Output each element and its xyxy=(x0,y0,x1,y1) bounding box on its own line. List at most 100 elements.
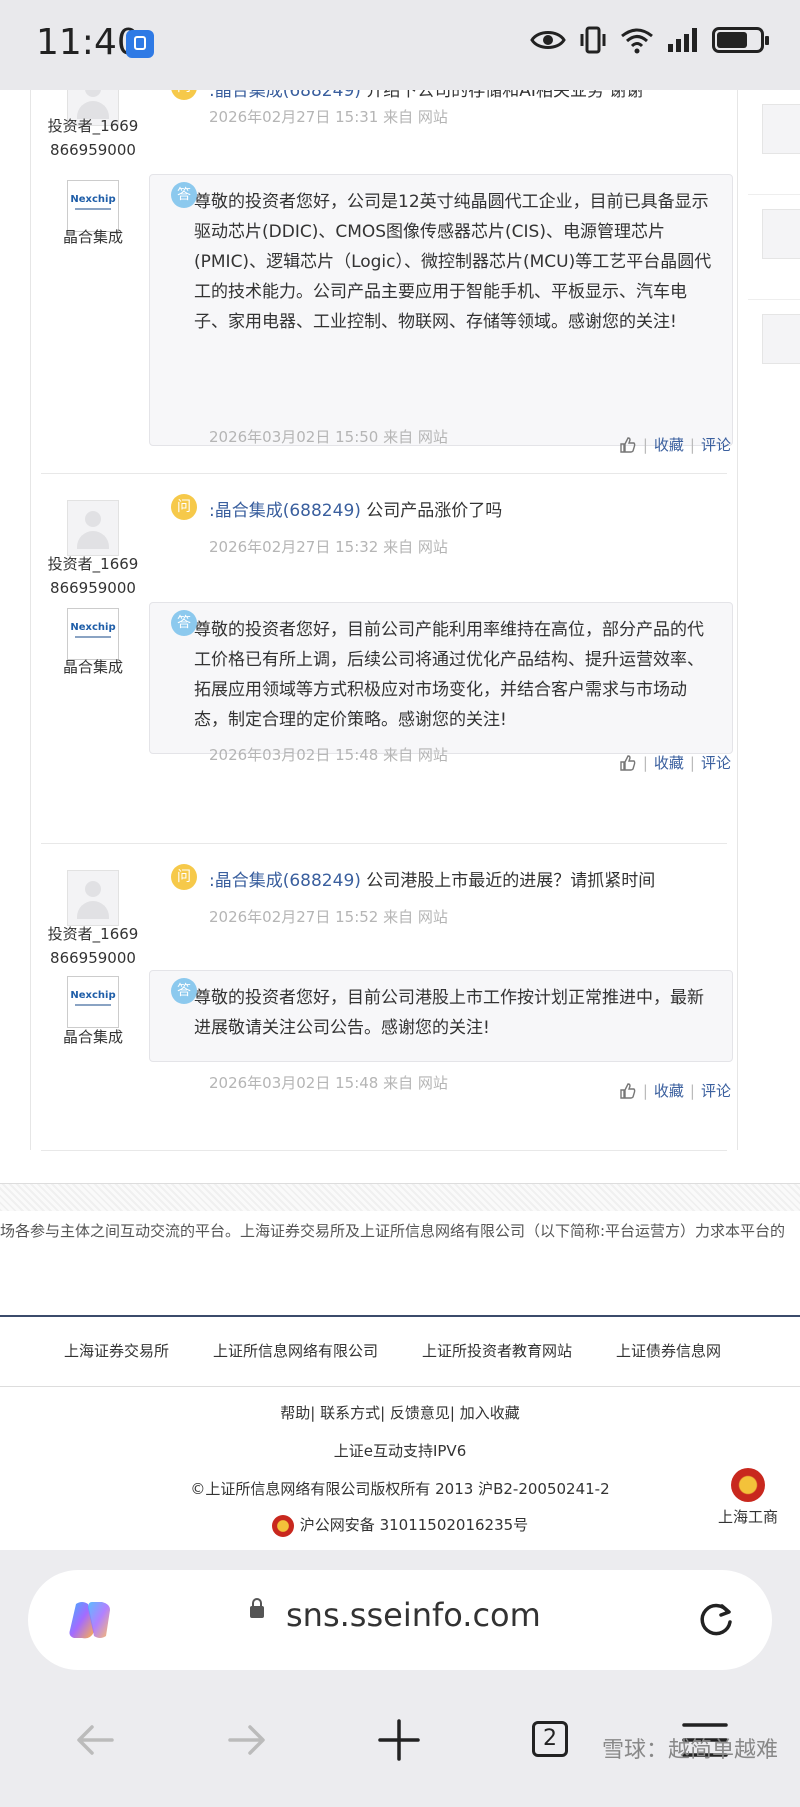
answer-box: 尊敬的投资者您好，目前公司港股上市工作按计划正常推进中，最新进展敬请关注公司公告… xyxy=(149,970,733,1062)
question-company-link[interactable]: :晶合集成(688249) xyxy=(209,871,361,891)
company-name[interactable]: 晶合集成 xyxy=(45,1026,141,1047)
company-logo[interactable]: Nexchip xyxy=(67,976,119,1028)
answer-actions: | 收藏 | 评论 xyxy=(619,434,731,455)
web-page: 投资者_1669866959000 问 :晶合集成(688249) 介绍下公司的… xyxy=(0,90,800,1550)
answer-box: 尊敬的投资者您好，公司是12英寸纯晶圆代工企业，目前已具备显示驱动芯片(DDIC… xyxy=(149,174,733,446)
footer-link-sse[interactable]: 上海证券交易所 xyxy=(64,1340,169,1361)
favorite-link[interactable]: 收藏 xyxy=(654,434,684,455)
status-icons xyxy=(530,26,769,54)
question-meta: 2026年02月27日 15:52 来自 网站 xyxy=(209,908,448,926)
comment-link[interactable]: 评论 xyxy=(701,752,731,773)
new-tab-plus-icon[interactable] xyxy=(374,1715,424,1765)
signal-icon xyxy=(668,28,697,52)
status-time: 11:40 xyxy=(36,22,140,63)
question-badge-icon: 问 xyxy=(171,494,197,520)
item-divider xyxy=(41,843,727,844)
right-sidebar xyxy=(748,90,800,490)
answer-text: 尊敬的投资者您好，目前公司产能利用率维持在高位，部分产品的代工价格已有所上调，后… xyxy=(194,620,704,730)
sidebar-avatar[interactable] xyxy=(762,104,800,154)
browser-toolbar: sns.sseinfo.com 2 雪球：越简单越难 xyxy=(0,1550,800,1807)
answer-meta: 2026年03月02日 15:50 来自 网站 xyxy=(209,428,448,446)
logo-text: Nexchip xyxy=(70,990,116,1001)
user-avatar[interactable] xyxy=(67,500,119,556)
answer-meta: 2026年03月02日 15:48 来自 网站 xyxy=(209,1074,448,1092)
user-name[interactable]: 投资者_1669866959000 xyxy=(45,922,141,970)
item-divider xyxy=(41,473,727,474)
watermark-text: 雪球：越简单越难 xyxy=(601,1738,778,1763)
url-text[interactable]: sns.sseinfo.com xyxy=(286,1596,541,1634)
copilot-icon[interactable] xyxy=(66,1598,114,1642)
footer-link-investor-edu[interactable]: 上证所投资者教育网站 xyxy=(422,1340,572,1361)
company-logo[interactable]: Nexchip xyxy=(67,180,119,232)
tab-count-button[interactable]: 2 xyxy=(532,1721,568,1757)
thumbs-up-icon[interactable] xyxy=(619,436,637,454)
comment-link[interactable]: 评论 xyxy=(701,434,731,455)
status-bar: 11:40 xyxy=(0,0,800,90)
logo-text: Nexchip xyxy=(70,194,116,205)
question-badge-icon: 问 xyxy=(171,864,197,890)
address-bar[interactable]: sns.sseinfo.com xyxy=(28,1570,772,1670)
sidebar-avatar[interactable] xyxy=(762,314,800,364)
company-name[interactable]: 晶合集成 xyxy=(45,656,141,677)
lock-icon xyxy=(250,1598,264,1618)
vibrate-icon xyxy=(580,26,606,54)
logo-text: Nexchip xyxy=(70,622,116,633)
answer-box: 尊敬的投资者您好，目前公司产能利用率维持在高位，部分产品的代工价格已有所上调，后… xyxy=(149,602,733,754)
footer-stripe xyxy=(0,1183,800,1211)
forward-arrow-icon[interactable] xyxy=(222,1715,272,1765)
footer-help-links[interactable]: 帮助| 联系方式| 反馈意见| 加入收藏 xyxy=(0,1402,800,1423)
answer-meta: 2026年03月02日 15:48 来自 网站 xyxy=(209,746,448,764)
comment-link[interactable]: 评论 xyxy=(701,1080,731,1101)
gongshang-badge[interactable]: 上海工商 xyxy=(712,1468,784,1527)
answer-badge-icon: 答 xyxy=(171,610,197,636)
answer-actions: | 收藏 | 评论 xyxy=(619,752,731,773)
user-name[interactable]: 投资者_1669866959000 xyxy=(45,552,141,600)
footer-link-bond[interactable]: 上证债券信息网 xyxy=(616,1340,721,1361)
reload-icon[interactable] xyxy=(696,1600,736,1640)
answer-actions: | 收藏 | 评论 xyxy=(619,1080,731,1101)
company-logo[interactable]: Nexchip xyxy=(67,608,119,660)
qa-list: 投资者_1669866959000 问 :晶合集成(688249) 介绍下公司的… xyxy=(30,90,738,1151)
notification-app-icon xyxy=(126,30,154,58)
question-body: 公司港股上市最近的进展？请抓紧时间 xyxy=(366,871,656,891)
police-emblem-icon xyxy=(271,1514,294,1537)
copyright: ©上证所信息网络有限公司版权所有 2013 沪B2-20050241-2 xyxy=(190,1480,610,1498)
thumbs-up-icon[interactable] xyxy=(619,1082,637,1100)
sidebar-avatar[interactable] xyxy=(762,209,800,259)
police-record-text: 沪公网安备 31011502016235号 xyxy=(299,1516,529,1534)
question-meta: 2026年02月27日 15:32 来自 网站 xyxy=(209,538,448,556)
footer-link-sseinfo[interactable]: 上证所信息网络有限公司 xyxy=(213,1340,378,1361)
question-text: :晶合集成(688249) 公司产品涨价了吗 xyxy=(209,496,502,521)
item-divider xyxy=(41,1150,727,1151)
user-name[interactable]: 投资者_1669866959000 xyxy=(45,114,141,162)
favorite-link[interactable]: 收藏 xyxy=(654,752,684,773)
disclaimer-text: 场各参与主体之间互动交流的平台。上海证券交易所及上证所信息网络有限公司（以下简称… xyxy=(0,1222,786,1240)
ipv6-note: 上证e互动支持IPV6 xyxy=(333,1442,467,1460)
wifi-icon xyxy=(621,28,653,54)
question-badge-icon: 问 xyxy=(171,90,197,100)
footer-divider xyxy=(0,1315,800,1317)
user-avatar[interactable] xyxy=(67,870,119,926)
answer-text: 尊敬的投资者您好，目前公司港股上市工作按计划正常推进中，最新进展敬请关注公司公告… xyxy=(194,988,704,1038)
eye-icon xyxy=(530,31,566,49)
company-name[interactable]: 晶合集成 xyxy=(45,226,141,247)
question-text: :晶合集成(688249) 介绍下公司的存储和AI相关业务 谢谢 xyxy=(209,90,643,101)
answer-badge-icon: 答 xyxy=(171,978,197,1004)
favorite-link[interactable]: 收藏 xyxy=(654,1080,684,1101)
thumbs-up-icon[interactable] xyxy=(619,754,637,772)
answer-badge-icon: 答 xyxy=(171,182,197,208)
gongshang-emblem-icon xyxy=(731,1468,765,1502)
answer-text: 尊敬的投资者您好，公司是12英寸纯晶圆代工企业，目前已具备显示驱动芯片(DDIC… xyxy=(194,192,712,332)
footer-divider xyxy=(0,1386,800,1387)
question-company-link[interactable]: :晶合集成(688249) xyxy=(209,90,361,101)
police-record[interactable]: 沪公网安备 31011502016235号 xyxy=(0,1514,800,1537)
back-arrow-icon[interactable] xyxy=(70,1715,120,1765)
question-company-link[interactable]: :晶合集成(688249) xyxy=(209,501,361,521)
battery-icon xyxy=(712,27,769,53)
gongshang-label: 上海工商 xyxy=(717,1508,778,1526)
footer-links: 上海证券交易所 上证所信息网络有限公司 上证所投资者教育网站 上证债券信息网 xyxy=(0,1340,800,1361)
question-body: 公司产品涨价了吗 xyxy=(366,501,503,521)
question-body: 介绍下公司的存储和AI相关业务 谢谢 xyxy=(366,90,644,101)
question-text: :晶合集成(688249) 公司港股上市最近的进展？请抓紧时间 xyxy=(209,866,655,891)
question-meta: 2026年02月27日 15:31 来自 网站 xyxy=(209,108,448,126)
